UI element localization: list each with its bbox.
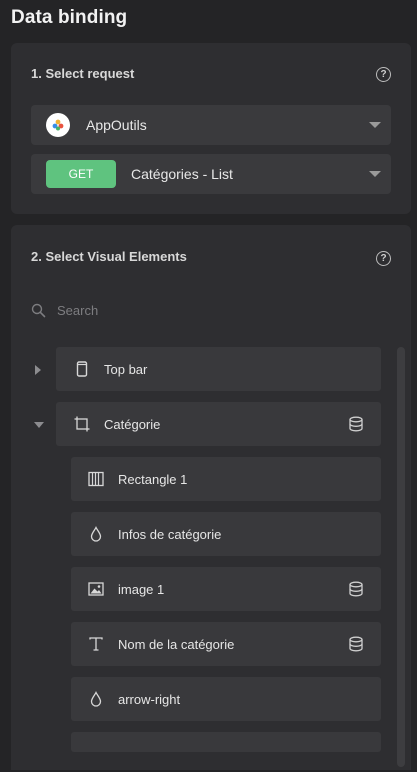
drop-icon xyxy=(88,691,104,707)
app-logo-icon xyxy=(46,113,70,137)
image-icon xyxy=(88,581,104,597)
page-title: Data binding xyxy=(11,7,128,28)
request-select-label: Catégories - List xyxy=(131,166,233,182)
help-icon[interactable]: ? xyxy=(376,251,391,266)
element-row-rectangle-1[interactable]: Rectangle 1 xyxy=(71,457,381,501)
help-icon[interactable]: ? xyxy=(376,67,391,82)
element-row-nom-de-la-categorie[interactable]: Nom de la catégorie xyxy=(71,622,381,666)
element-row-top-bar[interactable]: Top bar xyxy=(56,347,381,391)
element-label: Rectangle 1 xyxy=(118,471,188,487)
database-icon xyxy=(349,416,363,432)
element-row-arrow-right[interactable]: arrow-right xyxy=(71,677,381,721)
drop-icon xyxy=(88,526,104,542)
element-row-partial[interactable] xyxy=(71,732,381,752)
collapse-arrow-icon[interactable] xyxy=(33,419,45,431)
app-select-label: AppOutils xyxy=(86,117,147,133)
chevron-down-icon xyxy=(369,122,381,128)
element-row-image-1[interactable]: image 1 xyxy=(71,567,381,611)
section-title-request: 1. Select request xyxy=(31,66,135,81)
element-label: Top bar xyxy=(104,361,148,377)
search-input[interactable]: Search xyxy=(31,299,371,321)
http-method-badge: GET xyxy=(46,160,116,188)
scrollbar[interactable] xyxy=(397,347,405,767)
expand-arrow-icon[interactable] xyxy=(33,364,43,376)
element-row-infos-de-categorie[interactable]: Infos de catégorie xyxy=(71,512,381,556)
text-icon xyxy=(88,636,104,652)
database-icon xyxy=(349,581,363,597)
search-placeholder: Search xyxy=(57,302,99,318)
element-label: arrow-right xyxy=(118,691,181,707)
element-label: Infos de catégorie xyxy=(118,526,222,542)
database-icon xyxy=(349,636,363,652)
search-icon xyxy=(31,303,46,317)
phone-icon xyxy=(74,361,90,377)
frame-icon xyxy=(74,416,90,432)
rectangle-pattern-icon xyxy=(88,471,104,487)
element-row-categorie[interactable]: Catégorie xyxy=(56,402,381,446)
element-label: Nom de la catégorie xyxy=(118,636,235,652)
chevron-down-icon xyxy=(369,171,381,177)
select-visual-elements-panel: 2. Select Visual Elements ? Search Top b… xyxy=(11,225,411,770)
request-select[interactable]: GET Catégories - List xyxy=(31,154,391,194)
element-label: Catégorie xyxy=(104,416,161,432)
select-request-panel: 1. Select request ? AppOutils GET Catégo… xyxy=(11,43,411,214)
element-label: image 1 xyxy=(118,581,165,597)
app-select[interactable]: AppOutils xyxy=(31,105,391,145)
section-title-elements: 2. Select Visual Elements xyxy=(31,249,187,264)
